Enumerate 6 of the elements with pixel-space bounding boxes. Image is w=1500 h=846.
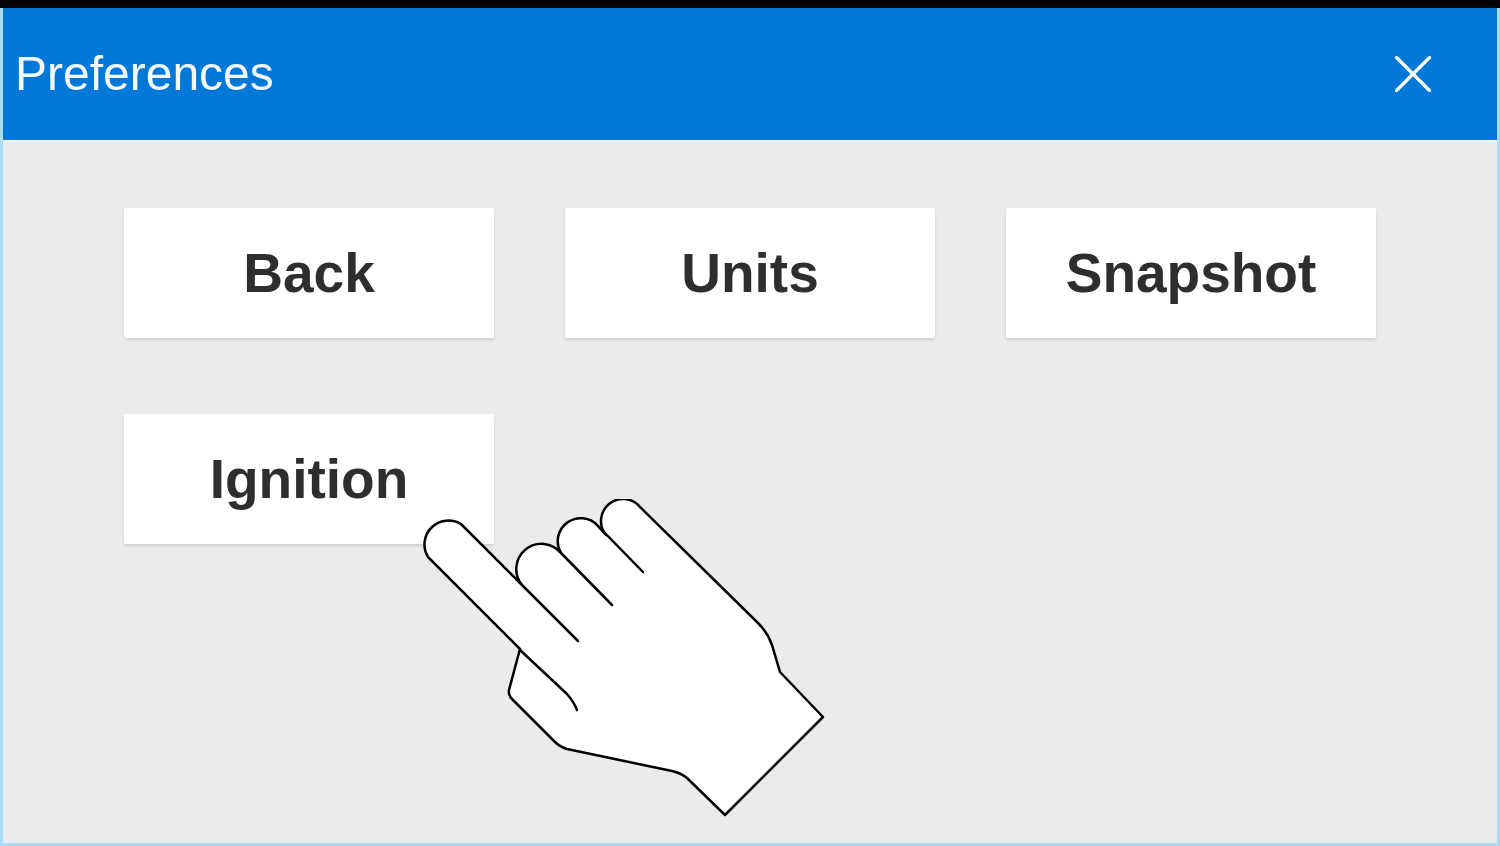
preference-button[interactable]: Ignition [124,414,494,544]
close-icon [1395,56,1431,92]
preference-button[interactable]: Snapshot [1006,208,1376,338]
preference-button[interactable]: Units [565,208,935,338]
preference-button[interactable]: Back [124,208,494,338]
window-title: Preferences [15,47,274,101]
